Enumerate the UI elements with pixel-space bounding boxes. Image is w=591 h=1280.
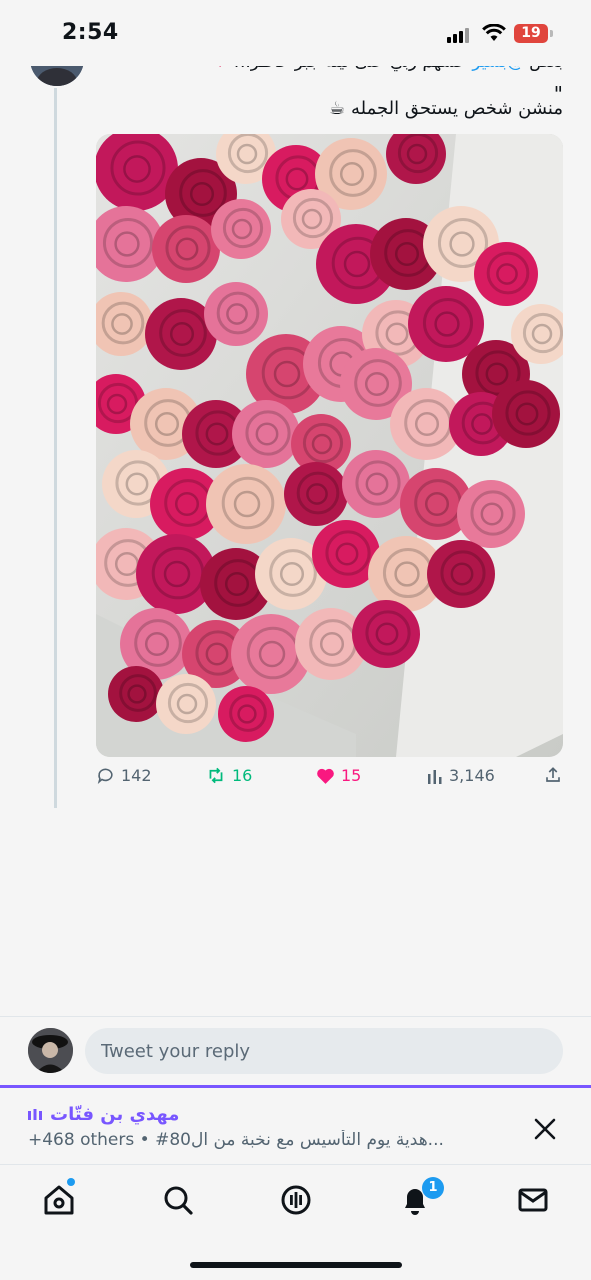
space-separator: • bbox=[139, 1130, 156, 1150]
composer-divider bbox=[0, 1016, 591, 1017]
space-subtitle: +468 others • #80هدية يوم التأسيس مع نخب… bbox=[28, 1130, 448, 1150]
retweet-icon bbox=[209, 767, 223, 784]
close-space-button[interactable] bbox=[530, 1114, 560, 1144]
heart-icon bbox=[317, 768, 334, 784]
rose-flower bbox=[427, 540, 495, 608]
retweet-button[interactable]: 16 bbox=[206, 766, 252, 785]
rose-flower bbox=[218, 686, 274, 742]
tab-spaces[interactable] bbox=[278, 1182, 314, 1218]
reply-button[interactable]: 142 bbox=[96, 766, 152, 785]
space-host-name: مهدي بن فتّات bbox=[50, 1104, 180, 1125]
rose-flower bbox=[492, 380, 560, 448]
reply-icon bbox=[97, 768, 113, 785]
user-avatar[interactable] bbox=[28, 1028, 73, 1073]
spaces-icon bbox=[281, 1185, 311, 1215]
status-time: 2:54 bbox=[62, 20, 119, 45]
rose-flower bbox=[152, 215, 220, 283]
rose-flower bbox=[156, 674, 216, 734]
notifications-badge: 1 bbox=[422, 1177, 444, 1199]
share-icon bbox=[546, 767, 560, 782]
live-space-bar[interactable]: مهدي بن فتّات +468 others • #80هدية يوم … bbox=[0, 1085, 591, 1165]
reply-count: 142 bbox=[121, 766, 152, 785]
tweet-reply-input[interactable] bbox=[85, 1028, 563, 1074]
rose-flower bbox=[352, 600, 420, 668]
space-host-row: مهدي بن فتّات bbox=[28, 1104, 179, 1125]
share-button[interactable] bbox=[544, 766, 562, 784]
cellular-signal-icon bbox=[447, 27, 473, 43]
like-count: 15 bbox=[341, 766, 362, 785]
tweet-actions-bar: 142 16 15 3,146 bbox=[96, 766, 563, 790]
messages-icon bbox=[518, 1188, 548, 1212]
space-title: #80هدية يوم التأسيس مع نخبة من ال... bbox=[155, 1130, 444, 1150]
rose-flower bbox=[474, 242, 538, 306]
bouquet-of-roses-image bbox=[96, 134, 563, 757]
home-indicator bbox=[190, 1262, 402, 1268]
tweet-text-line-2: منشن شخص يستحق الجمله ☕ bbox=[329, 98, 563, 119]
tweet-media-image[interactable] bbox=[96, 134, 563, 757]
battery-cap bbox=[550, 30, 553, 37]
rose-flower bbox=[342, 450, 410, 518]
battery-icon: 19 bbox=[514, 24, 548, 43]
rose-flower bbox=[108, 666, 164, 722]
rose-flower bbox=[284, 462, 348, 526]
status-bar: 2:54 19 bbox=[0, 0, 591, 66]
space-listener-count: +468 others bbox=[28, 1130, 135, 1150]
home-icon bbox=[44, 1185, 74, 1215]
live-audio-icon bbox=[28, 1108, 42, 1120]
tab-search[interactable] bbox=[160, 1182, 196, 1218]
tab-messages[interactable] bbox=[515, 1182, 551, 1218]
search-icon bbox=[164, 1186, 193, 1215]
thread-connector-line bbox=[54, 88, 57, 808]
rose-flower bbox=[211, 199, 271, 259]
view-count: 3,146 bbox=[449, 766, 495, 785]
wifi-icon bbox=[482, 23, 506, 46]
rose-flower bbox=[457, 480, 525, 548]
bar-chart-icon bbox=[428, 769, 442, 784]
rose-flower bbox=[204, 282, 268, 346]
rose-flower bbox=[206, 464, 286, 544]
views-button[interactable]: 3,146 bbox=[427, 766, 495, 785]
home-unread-dot bbox=[67, 1178, 75, 1186]
battery-level: 19 bbox=[521, 25, 541, 41]
retweet-count: 16 bbox=[232, 766, 253, 785]
tab-home[interactable] bbox=[41, 1182, 77, 1218]
like-button[interactable]: 15 bbox=[316, 766, 361, 785]
rose-flower bbox=[232, 400, 300, 468]
close-icon bbox=[534, 1118, 556, 1140]
